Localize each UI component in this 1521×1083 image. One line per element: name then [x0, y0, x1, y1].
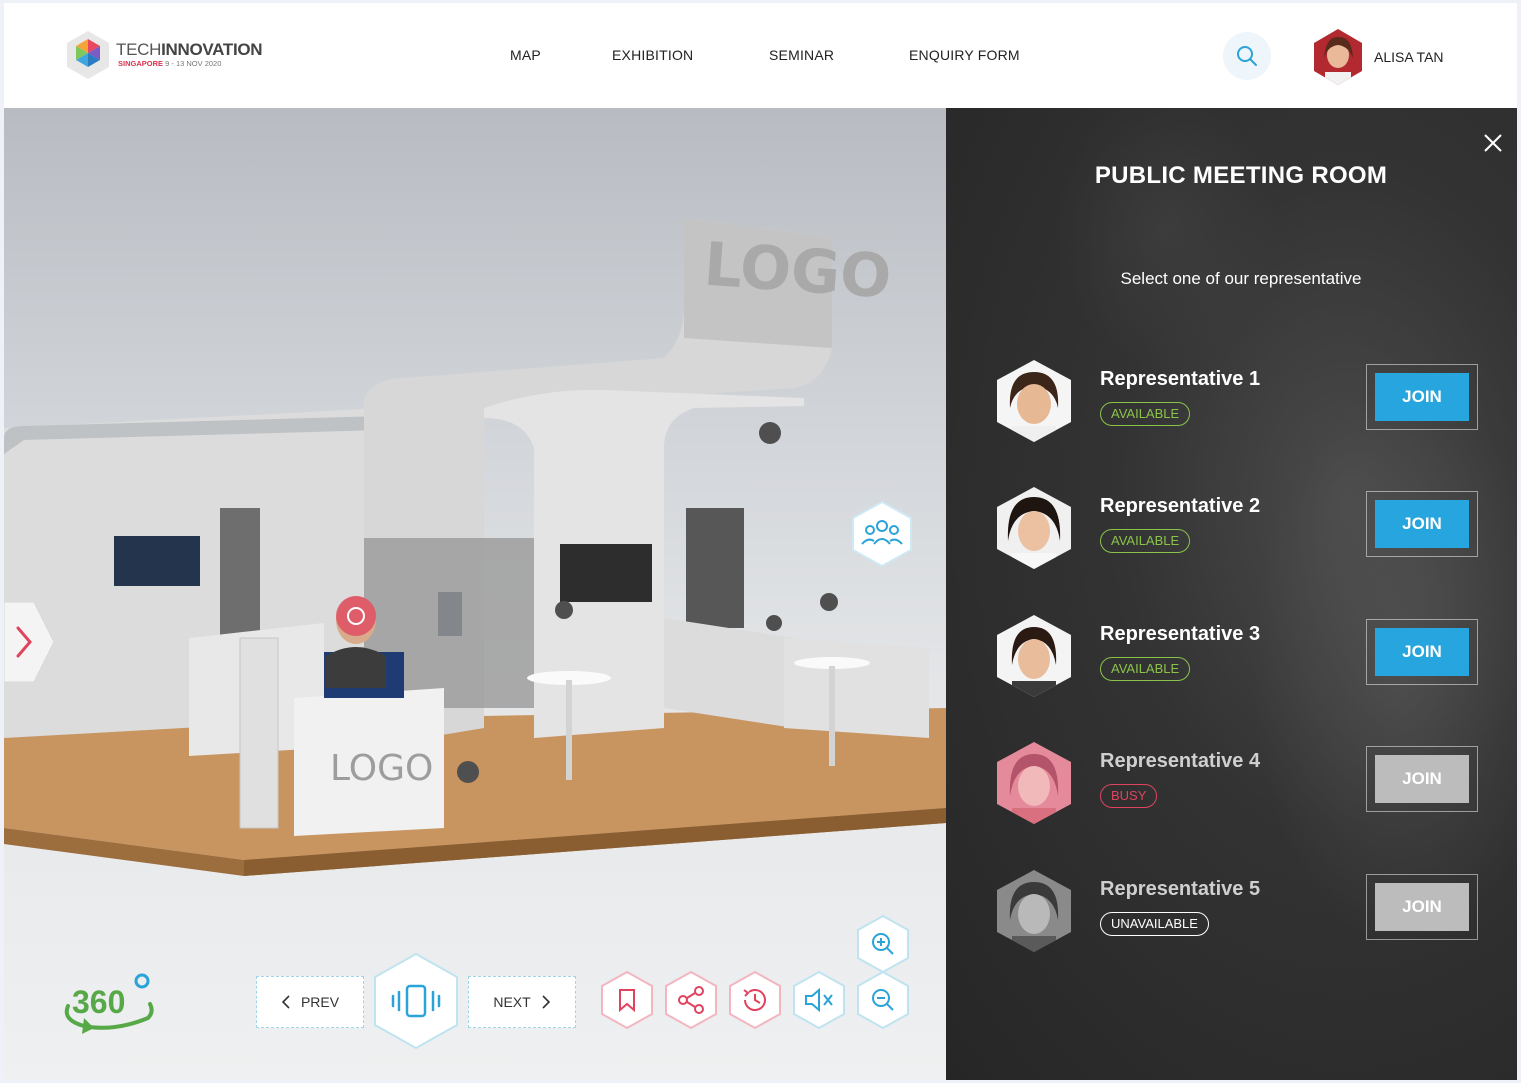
- representative-avatar: [997, 742, 1071, 824]
- bookmark-button[interactable]: [600, 970, 654, 1030]
- view-360-button[interactable]: 360: [54, 968, 164, 1048]
- panel-title: PUBLIC MEETING ROOM: [1094, 162, 1388, 189]
- representative-avatar: [997, 615, 1071, 697]
- search-button[interactable]: [1223, 32, 1271, 80]
- mute-button[interactable]: [792, 970, 846, 1030]
- next-button[interactable]: NEXT: [468, 976, 576, 1028]
- join-button-frame: JOIN: [1366, 874, 1478, 940]
- join-button[interactable]: JOIN: [1375, 883, 1469, 931]
- booth-3d-view[interactable]: LOGO LOGO 360 PREV NEXT: [4, 108, 946, 1080]
- status-badge: UNAVAILABLE: [1100, 912, 1209, 936]
- hexagon-logo-icon: [67, 31, 109, 79]
- vibrate-mode-button[interactable]: [372, 952, 460, 1050]
- join-button-frame: JOIN: [1366, 364, 1478, 430]
- history-button[interactable]: [728, 970, 782, 1030]
- share-button[interactable]: [664, 970, 718, 1030]
- panel-subtitle: Select one of our representative: [1120, 269, 1362, 288]
- svg-text:360: 360: [72, 984, 125, 1020]
- nav-map[interactable]: MAP: [510, 47, 541, 63]
- top-header: TECHINNOVATION SINGAPORE 9 - 13 NOV 2020…: [4, 3, 1517, 108]
- representative-name: Representative 3: [1100, 623, 1261, 645]
- join-button[interactable]: JOIN: [1375, 373, 1469, 421]
- prev-button[interactable]: PREV: [256, 976, 364, 1028]
- next-label: NEXT: [493, 994, 531, 1010]
- status-badge: AVAILABLE: [1100, 657, 1191, 681]
- status-badge: AVAILABLE: [1100, 529, 1191, 553]
- representative-row: Representative 5 UNAVAILABLE JOIN: [994, 868, 1494, 958]
- chevron-left-icon: [281, 995, 290, 1009]
- booth-desk-sign: LOGO: [330, 748, 433, 789]
- representative-avatar: [997, 487, 1071, 569]
- zoom-in-button[interactable]: [856, 914, 910, 974]
- zoom-out-button[interactable]: [856, 970, 910, 1030]
- representative-row: Representative 2 AVAILABLE JOIN: [994, 485, 1494, 575]
- chevron-right-icon: [542, 995, 550, 1009]
- join-button[interactable]: JOIN: [1375, 500, 1469, 548]
- representative-row: Representative 3 AVAILABLE JOIN: [994, 613, 1494, 703]
- join-button-frame: JOIN: [1366, 491, 1478, 557]
- brand-title: TECHINNOVATION: [116, 40, 263, 59]
- brand-logo[interactable]: TECHINNOVATION SINGAPORE 9 - 13 NOV 2020: [62, 27, 263, 83]
- status-badge: BUSY: [1100, 784, 1158, 808]
- representative-row: Representative 1 AVAILABLE JOIN: [994, 358, 1494, 448]
- nav-enquiry-form[interactable]: ENQUIRY FORM: [909, 47, 1020, 63]
- user-name[interactable]: ALISA TAN: [1374, 49, 1444, 65]
- join-button[interactable]: JOIN: [1375, 755, 1469, 803]
- expand-sidebar-button[interactable]: [4, 602, 54, 682]
- representative-name: Representative 2: [1100, 495, 1261, 517]
- join-button-frame: JOIN: [1366, 619, 1478, 685]
- representative-avatar: [997, 360, 1071, 442]
- join-button[interactable]: JOIN: [1375, 628, 1469, 676]
- booth-illustration: LOGO LOGO: [4, 218, 946, 876]
- status-badge: AVAILABLE: [1100, 402, 1191, 426]
- prev-label: PREV: [300, 994, 340, 1010]
- user-avatar[interactable]: [1312, 28, 1364, 86]
- representative-name: Representative 5: [1100, 878, 1261, 900]
- representative-name: Representative 4: [1100, 750, 1261, 772]
- booth-top-sign: LOGO: [702, 230, 894, 313]
- meeting-room-button[interactable]: [850, 500, 914, 568]
- representative-avatar: [997, 870, 1071, 952]
- search-icon: [1237, 46, 1257, 66]
- nav-exhibition[interactable]: EXHIBITION: [612, 47, 693, 63]
- join-button-frame: JOIN: [1366, 746, 1478, 812]
- nav-seminar[interactable]: SEMINAR: [769, 47, 834, 63]
- meeting-room-panel: PUBLIC MEETING ROOM Select one of our re…: [946, 108, 1517, 1080]
- representative-name: Representative 1: [1100, 368, 1261, 390]
- representative-row: Representative 4 BUSY JOIN: [994, 740, 1494, 830]
- brand-subtitle: SINGAPORE 9 - 13 NOV 2020: [118, 59, 222, 68]
- close-icon[interactable]: [1482, 132, 1504, 154]
- rotate-360-icon: 360: [64, 973, 154, 1034]
